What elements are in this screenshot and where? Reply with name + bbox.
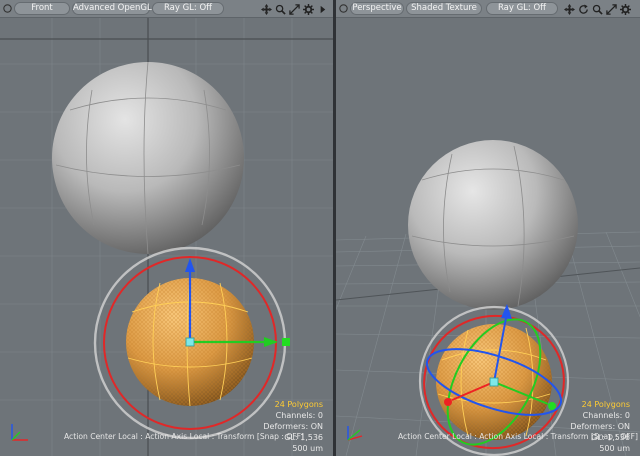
- front-scene[interactable]: [0, 18, 333, 456]
- view-mode-selector[interactable]: Front: [14, 2, 70, 15]
- axis-indicator-icon: [347, 426, 363, 441]
- gl-count: GL: 1,536: [284, 433, 323, 442]
- polygon-count: 24 Polygons: [581, 400, 630, 409]
- magnifier-zoom-icon[interactable]: [592, 4, 603, 15]
- polygon-count: 24 Polygons: [274, 400, 323, 409]
- ray-gl-toggle[interactable]: Ray GL: Off: [486, 2, 558, 15]
- magnifier-zoom-icon[interactable]: [275, 4, 286, 15]
- viewport-front[interactable]: Front Advanced OpenGL Ray GL: Off 24 Pol…: [0, 0, 333, 456]
- app-window: Front Advanced OpenGL Ray GL: Off 24 Pol…: [0, 0, 640, 456]
- shading-mode-selector[interactable]: Advanced OpenGL: [72, 2, 152, 15]
- viewport-menu-button[interactable]: [337, 2, 349, 15]
- grid-scale: 500 um: [292, 444, 323, 453]
- x-axis-scale-handle[interactable]: [282, 338, 290, 346]
- gear-icon[interactable]: [620, 3, 631, 15]
- viewport-menu-button[interactable]: [1, 2, 13, 15]
- channel-count: Channels: 0: [275, 411, 323, 420]
- action-status: Action Center Local : Action Axis Local …: [64, 432, 304, 441]
- viewport-header: Perspective Shaded Texture Ray GL: Off: [336, 0, 640, 18]
- x-axis-handle[interactable]: [548, 402, 556, 410]
- viewport-nav-icons: [261, 1, 328, 17]
- gray-sphere[interactable]: [52, 61, 244, 255]
- pan-arrows-icon[interactable]: [564, 3, 575, 15]
- viewport-nav-icons: [564, 1, 631, 17]
- pan-arrows-icon[interactable]: [261, 3, 272, 15]
- ray-gl-toggle[interactable]: Ray GL: Off: [152, 2, 224, 15]
- axis-indicator-icon: [11, 424, 28, 441]
- deformer-status: Deformers: ON: [570, 422, 630, 431]
- scene-info: 24 Polygons Channels: 0 Deformers: ON: [263, 399, 323, 432]
- circle-menu-icon: [2, 4, 12, 13]
- z-axis-handle[interactable]: [444, 398, 452, 406]
- viewport-header: Front Advanced OpenGL Ray GL: Off: [0, 0, 333, 18]
- view-mode-selector[interactable]: Perspective: [350, 2, 404, 15]
- gear-icon[interactable]: [303, 3, 314, 15]
- perspective-scene[interactable]: [336, 18, 640, 456]
- scene-info: 24 Polygons Channels: 0 Deformers: ON: [570, 399, 630, 432]
- fit-expand-icon[interactable]: [606, 3, 617, 15]
- rotate-view-icon[interactable]: [578, 3, 589, 15]
- center-handle[interactable]: [489, 377, 499, 387]
- gl-count: GL: 1,536: [591, 433, 630, 442]
- center-handle[interactable]: [185, 337, 195, 347]
- triangle-right-icon[interactable]: [317, 4, 328, 15]
- circle-menu-icon: [338, 4, 348, 13]
- deformer-status: Deformers: ON: [263, 422, 323, 431]
- grid-scale: 500 um: [599, 444, 630, 453]
- gray-sphere[interactable]: [408, 140, 578, 310]
- channel-count: Channels: 0: [582, 411, 630, 420]
- fit-expand-icon[interactable]: [289, 3, 300, 15]
- shading-mode-selector[interactable]: Shaded Texture: [406, 2, 482, 15]
- y-axis-arrow[interactable]: [185, 258, 195, 272]
- viewport-perspective[interactable]: Perspective Shaded Texture Ray GL: Off 2…: [336, 0, 640, 456]
